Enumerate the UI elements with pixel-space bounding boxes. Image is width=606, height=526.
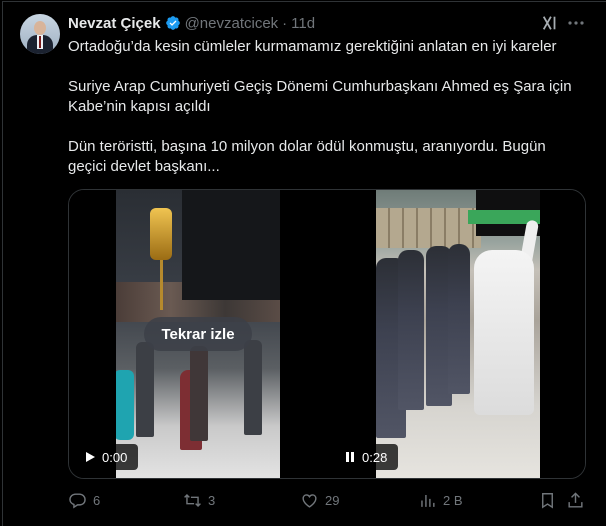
author-handle[interactable]: @nevzatcicek — [185, 15, 279, 32]
video-2[interactable] — [329, 190, 585, 478]
video-1-time: 0:00 — [102, 449, 128, 465]
share-icon — [568, 492, 583, 508]
repost-icon — [184, 493, 201, 508]
video-2-controls[interactable]: 0:28 — [338, 444, 398, 470]
pause-icon[interactable] — [344, 451, 356, 463]
separator-dot: · — [282, 14, 288, 32]
tweet-line-2: Suriye Arap Cumhuriyeti Geçiş Dönemi Cum… — [68, 78, 572, 115]
bookmark-button[interactable] — [538, 491, 563, 510]
views-icon — [421, 494, 435, 507]
views-button[interactable]: 2 B — [418, 491, 463, 510]
like-count: 29 — [325, 493, 340, 508]
video-2-time: 0:28 — [362, 449, 388, 465]
tweet-line-1: Ortadoğu’da kesin cümleler kurmamamız ge… — [68, 38, 557, 55]
share-button[interactable] — [566, 491, 591, 510]
video-2-thumbnail — [376, 190, 540, 478]
like-button[interactable]: 29 — [300, 491, 339, 510]
repost-button[interactable]: 3 — [183, 491, 215, 510]
tweet-text: Ortadoğu’da kesin cümleler kurmamamız ge… — [68, 37, 588, 177]
views-count: 2 B — [443, 493, 463, 508]
reply-icon — [69, 493, 86, 509]
heart-icon — [302, 494, 317, 508]
post-time[interactable]: 11d — [291, 15, 315, 32]
replay-button[interactable]: Tekrar izle — [144, 317, 252, 351]
repost-count: 3 — [208, 493, 216, 508]
bookmark-icon — [542, 493, 553, 509]
reply-count: 6 — [93, 493, 101, 508]
avatar[interactable] — [20, 14, 60, 54]
video-1-controls[interactable]: 0:00 — [78, 444, 138, 470]
verified-badge-icon — [165, 15, 181, 31]
reply-button[interactable]: 6 — [68, 491, 100, 510]
more-options-icon[interactable] — [566, 13, 586, 33]
tweet-header: Nevzat Çiçek @nevzatcicek · 11d — [68, 14, 315, 32]
play-icon[interactable] — [84, 451, 96, 463]
grok-icon[interactable] — [541, 14, 559, 32]
tweet-line-3: Dün teröristti, başına 10 milyon dolar ö… — [68, 138, 546, 175]
action-bar: 6 3 29 2 B — [68, 491, 588, 513]
author-name[interactable]: Nevzat Çiçek — [68, 15, 161, 32]
